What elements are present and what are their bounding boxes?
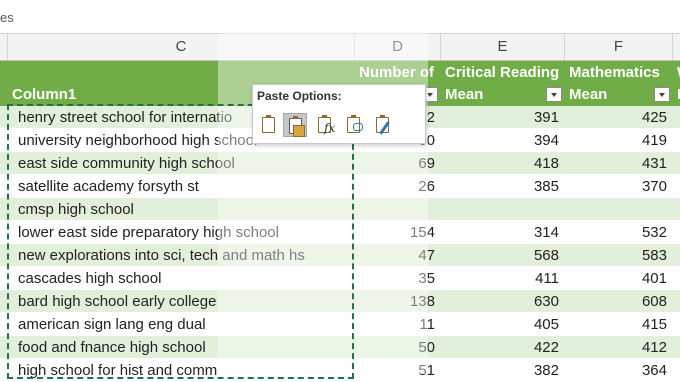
- cell-math-mean[interactable]: 364: [565, 359, 673, 382]
- column-header-e[interactable]: E: [441, 34, 565, 60]
- cell-reading-mean[interactable]: 418: [441, 152, 565, 175]
- paste-options-title: Paste Options:: [257, 89, 342, 103]
- cell-math-mean[interactable]: 370: [565, 175, 673, 198]
- table-row: cascades high school 35 411 401: [0, 267, 680, 290]
- table-row: bard high school early college 138 630 608: [0, 290, 680, 313]
- cell-reading-mean[interactable]: 385: [441, 175, 565, 198]
- header-mathematics-label: Mathematics: [569, 64, 660, 81]
- paste-options-popup: Paste Options: fx: [252, 84, 426, 144]
- cell-number[interactable]: 47: [355, 244, 441, 267]
- table-row: satellite academy forsyth st 26 385 370: [0, 175, 680, 198]
- paste-formulas-icon[interactable]: fx: [313, 113, 337, 137]
- cell-reading-mean[interactable]: 411: [441, 267, 565, 290]
- table-row: east side community high school 69 418 431: [0, 152, 680, 175]
- cell-school-name[interactable]: satellite academy forsyth st: [8, 175, 355, 198]
- cell-math-mean[interactable]: 431: [565, 152, 673, 175]
- table-row: food and fnance high school 50 422 412: [0, 336, 680, 359]
- cell-reading-mean[interactable]: 630: [441, 290, 565, 313]
- column-header-d[interactable]: D: [355, 34, 441, 60]
- column-headers: C D E F: [0, 34, 680, 61]
- cell-number[interactable]: 138: [355, 290, 441, 313]
- header-mathematics-sub: Mean: [569, 86, 608, 103]
- cell-school-name[interactable]: high school for hist and comm: [8, 359, 355, 382]
- table-row: cmsp high school: [0, 198, 680, 221]
- keep-text-only-icon[interactable]: [371, 113, 395, 137]
- filter-dropdown-icon[interactable]: [546, 87, 562, 102]
- column-header-f[interactable]: F: [565, 34, 673, 60]
- cell-number[interactable]: [355, 198, 441, 221]
- cell-reading-mean[interactable]: 394: [441, 129, 565, 152]
- table-row: high school for hist and comm 51 382 364: [0, 359, 680, 382]
- table-row: american sign lang eng dual 11 405 415: [0, 313, 680, 336]
- cell-number[interactable]: 154: [355, 221, 441, 244]
- header-number-of-label: Number of: [359, 64, 434, 81]
- header-writing[interactable]: W M: [673, 61, 680, 106]
- cell-school-name[interactable]: cmsp high school: [8, 198, 355, 221]
- paste-icon[interactable]: [257, 113, 281, 137]
- cell-number[interactable]: 51: [355, 359, 441, 382]
- table-row: lower east side preparatory high school 1…: [0, 221, 680, 244]
- header-critical-reading[interactable]: Critical Reading Mean: [441, 61, 565, 106]
- cell-math-mean[interactable]: 425: [565, 106, 673, 129]
- column-header-b[interactable]: [0, 34, 8, 60]
- table-row: new explorations into sci, tech and math…: [0, 244, 680, 267]
- cell-reading-mean[interactable]: 314: [441, 221, 565, 244]
- cell-number[interactable]: 50: [355, 336, 441, 359]
- header-mathematics[interactable]: Mathematics Mean: [565, 61, 673, 106]
- cell-school-name[interactable]: east side community high school: [8, 152, 355, 175]
- cell-math-mean[interactable]: 415: [565, 313, 673, 336]
- cell-math-mean[interactable]: 583: [565, 244, 673, 267]
- cell-reading-mean[interactable]: 422: [441, 336, 565, 359]
- cell-reading-mean[interactable]: 391: [441, 106, 565, 129]
- cell-math-mean[interactable]: 532: [565, 221, 673, 244]
- cell-math-mean[interactable]: 419: [565, 129, 673, 152]
- cell-school-name[interactable]: new explorations into sci, tech and math…: [8, 244, 355, 267]
- cell-math-mean[interactable]: [565, 198, 673, 221]
- header-critical-reading-label: Critical Reading: [445, 64, 560, 81]
- cell-reading-mean[interactable]: 405: [441, 313, 565, 336]
- column-header-c[interactable]: C: [8, 34, 355, 60]
- cell-reading-mean[interactable]: [441, 198, 565, 221]
- cell-number[interactable]: 11: [355, 313, 441, 336]
- header-critical-reading-sub: Mean: [445, 86, 484, 103]
- cell-school-name[interactable]: lower east side preparatory high school: [8, 221, 355, 244]
- formula-bar-text: es: [0, 10, 14, 25]
- cell-number[interactable]: 35: [355, 267, 441, 290]
- cell-school-name[interactable]: american sign lang eng dual: [8, 313, 355, 336]
- header-column1-label: Column1: [12, 86, 77, 103]
- cell-reading-mean[interactable]: 382: [441, 359, 565, 382]
- cell-number[interactable]: 69: [355, 152, 441, 175]
- cell-math-mean[interactable]: 401: [565, 267, 673, 290]
- formula-bar[interactable]: es: [0, 0, 680, 34]
- cell-number[interactable]: 26: [355, 175, 441, 198]
- cell-math-mean[interactable]: 608: [565, 290, 673, 313]
- paste-link-icon[interactable]: [342, 113, 366, 137]
- cell-school-name[interactable]: cascades high school: [8, 267, 355, 290]
- cell-school-name[interactable]: food and fnance high school: [8, 336, 355, 359]
- filter-dropdown-icon[interactable]: [654, 87, 670, 102]
- cell-math-mean[interactable]: 412: [565, 336, 673, 359]
- cell-reading-mean[interactable]: 568: [441, 244, 565, 267]
- cell-school-name[interactable]: bard high school early college: [8, 290, 355, 313]
- column-header-g[interactable]: [673, 34, 680, 60]
